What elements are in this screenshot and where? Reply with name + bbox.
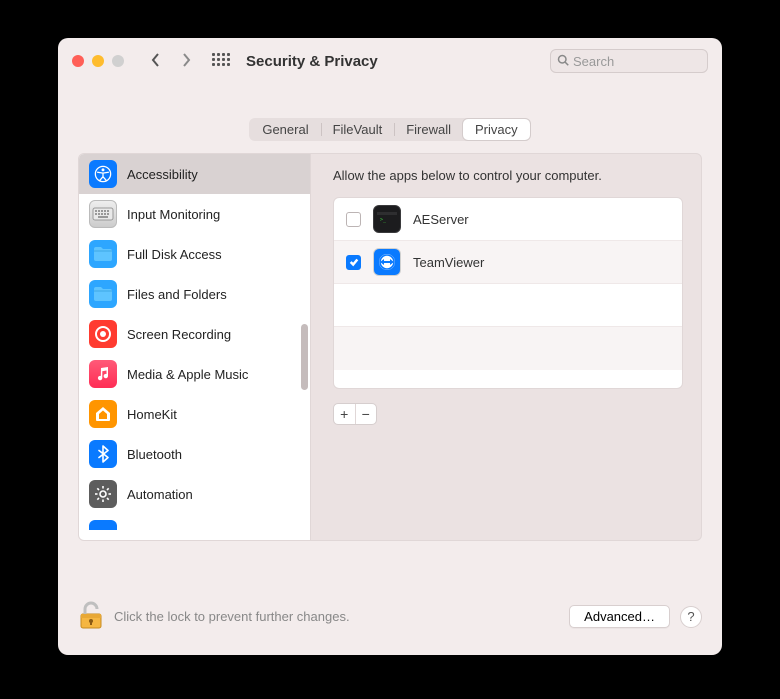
sidebar-item-label: Input Monitoring xyxy=(127,207,220,222)
accessibility-icon xyxy=(89,160,117,188)
record-icon xyxy=(89,320,117,348)
gear-icon xyxy=(89,480,117,508)
search-icon xyxy=(557,54,569,69)
remove-button[interactable]: − xyxy=(355,404,377,424)
app-list: >_ AEServer TeamViewer xyxy=(333,197,683,389)
search-field[interactable] xyxy=(550,49,708,73)
app-row-empty xyxy=(334,284,682,327)
lock-icon[interactable] xyxy=(78,600,104,633)
back-button[interactable] xyxy=(150,53,162,70)
app-checkbox[interactable] xyxy=(346,212,361,227)
sidebar-item-automation[interactable]: Automation xyxy=(79,474,310,514)
tab-firewall[interactable]: Firewall xyxy=(394,119,463,140)
tabs: General FileVault Firewall Privacy xyxy=(249,118,530,141)
footer: Click the lock to prevent further change… xyxy=(78,600,702,633)
sidebar: Accessibility Input Monitoring Full Disk… xyxy=(79,154,311,540)
prompt-text: Allow the apps below to control your com… xyxy=(333,168,683,183)
minimize-window-button[interactable] xyxy=(92,55,104,67)
add-remove-control: + − xyxy=(333,403,377,425)
sidebar-item-screen-recording[interactable]: Screen Recording xyxy=(79,314,310,354)
zoom-window-button[interactable] xyxy=(112,55,124,67)
music-icon xyxy=(89,360,117,388)
more-icon xyxy=(89,520,117,530)
sidebar-item-full-disk-access[interactable]: Full Disk Access xyxy=(79,234,310,274)
show-all-icon[interactable] xyxy=(212,53,228,69)
sidebar-item-homekit[interactable]: HomeKit xyxy=(79,394,310,434)
app-row-empty xyxy=(334,327,682,370)
keyboard-icon xyxy=(89,200,117,228)
forward-button[interactable] xyxy=(180,53,192,70)
sidebar-item-label: Full Disk Access xyxy=(127,247,222,262)
titlebar: Security & Privacy xyxy=(58,38,722,84)
add-button[interactable]: + xyxy=(334,404,355,424)
svg-text:>_: >_ xyxy=(380,217,387,223)
nav-arrows xyxy=(150,53,192,70)
window-controls xyxy=(72,55,124,67)
sidebar-item-label: Media & Apple Music xyxy=(127,367,248,382)
app-row[interactable]: TeamViewer xyxy=(334,241,682,284)
window-title: Security & Privacy xyxy=(246,53,378,70)
sidebar-scroll[interactable]: Accessibility Input Monitoring Full Disk… xyxy=(79,154,310,540)
sidebar-item-label: Files and Folders xyxy=(127,287,227,302)
sidebar-item-accessibility[interactable]: Accessibility xyxy=(79,154,310,194)
home-icon xyxy=(89,400,117,428)
sidebar-item-label: Screen Recording xyxy=(127,327,231,342)
search-input[interactable] xyxy=(573,54,701,69)
sidebar-item-label: Accessibility xyxy=(127,167,198,182)
tab-privacy[interactable]: Privacy xyxy=(463,119,530,140)
folder-icon xyxy=(89,280,117,308)
terminal-icon: >_ xyxy=(373,205,401,233)
close-window-button[interactable] xyxy=(72,55,84,67)
sidebar-item-label: Automation xyxy=(127,487,193,502)
sidebar-item-media-music[interactable]: Media & Apple Music xyxy=(79,354,310,394)
lock-text: Click the lock to prevent further change… xyxy=(114,609,350,624)
scrollbar-thumb[interactable] xyxy=(301,324,308,390)
folder-icon xyxy=(89,240,117,268)
sidebar-item-more[interactable] xyxy=(79,514,310,530)
content-panel: Accessibility Input Monitoring Full Disk… xyxy=(78,153,702,541)
app-name: AEServer xyxy=(413,212,469,227)
sidebar-item-files-folders[interactable]: Files and Folders xyxy=(79,274,310,314)
app-checkbox[interactable] xyxy=(346,255,361,270)
detail-pane: Allow the apps below to control your com… xyxy=(311,154,701,540)
bluetooth-icon xyxy=(89,440,117,468)
tab-filevault[interactable]: FileVault xyxy=(321,119,395,140)
tab-general[interactable]: General xyxy=(250,119,320,140)
app-row[interactable]: >_ AEServer xyxy=(334,198,682,241)
sidebar-item-label: Bluetooth xyxy=(127,447,182,462)
app-name: TeamViewer xyxy=(413,255,484,270)
help-button[interactable]: ? xyxy=(680,606,702,628)
sidebar-item-input-monitoring[interactable]: Input Monitoring xyxy=(79,194,310,234)
teamviewer-icon xyxy=(373,248,401,276)
preferences-window: Security & Privacy General FileVault Fir… xyxy=(58,38,722,655)
sidebar-item-bluetooth[interactable]: Bluetooth xyxy=(79,434,310,474)
advanced-button[interactable]: Advanced… xyxy=(569,605,670,628)
tabs-row: General FileVault Firewall Privacy xyxy=(58,118,722,141)
sidebar-item-label: HomeKit xyxy=(127,407,177,422)
